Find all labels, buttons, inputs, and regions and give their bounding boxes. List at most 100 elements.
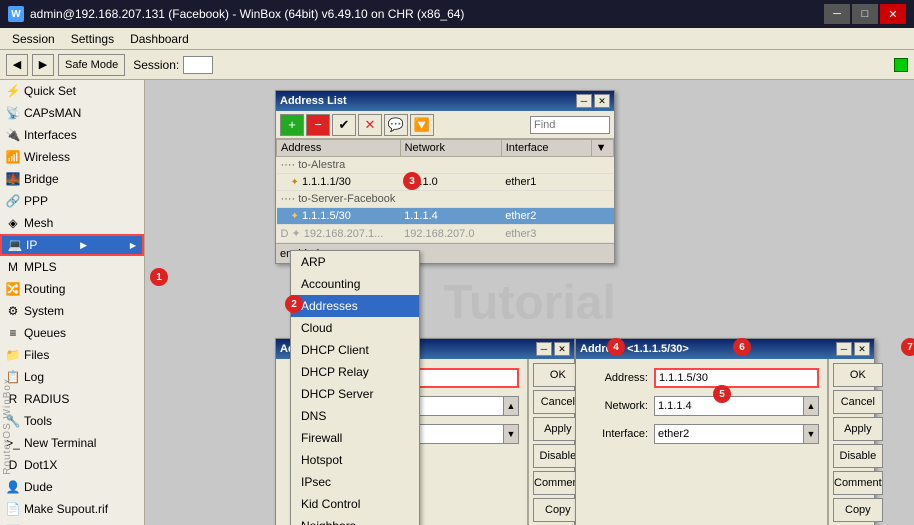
sidebar-item-interfaces[interactable]: 🔌 Interfaces bbox=[0, 124, 144, 146]
addr2-minimize[interactable]: ─ bbox=[836, 342, 852, 356]
sidebar-item-bridge[interactable]: 🌉 Bridge bbox=[0, 168, 144, 190]
files-icon: 📁 bbox=[6, 348, 20, 362]
menu-session[interactable]: Session bbox=[4, 30, 63, 48]
addr2-disable-button[interactable]: Disable bbox=[833, 444, 883, 468]
sidebar-item-tools[interactable]: 🔧 Tools bbox=[0, 410, 144, 432]
bridge-icon: 🌉 bbox=[6, 172, 20, 186]
submenu-addresses[interactable]: Addresses bbox=[291, 295, 419, 317]
sidebar-item-wireless[interactable]: 📶 Wireless bbox=[0, 146, 144, 168]
submenu-dhcp-client[interactable]: DHCP Client bbox=[291, 339, 419, 361]
sidebar-item-quick-set[interactable]: ⚡ Quick Set bbox=[0, 80, 144, 102]
address-input-2[interactable] bbox=[654, 368, 819, 388]
interface-arrow-2[interactable]: ▼ bbox=[803, 424, 819, 444]
back-button[interactable]: ◀ bbox=[6, 54, 28, 76]
connection-status bbox=[894, 58, 908, 72]
submenu-kid-control[interactable]: Kid Control bbox=[291, 493, 419, 515]
sidebar-item-radius[interactable]: R RADIUS bbox=[0, 388, 144, 410]
maximize-button[interactable]: □ bbox=[852, 4, 878, 24]
address-detail-2-buttons: OK Cancel Apply Disable Comment Copy Rem… bbox=[828, 359, 887, 525]
sidebar-item-queues[interactable]: ≡ Queues bbox=[0, 322, 144, 344]
safe-mode-button[interactable]: Safe Mode bbox=[58, 54, 125, 76]
routeros-label: RouterOS WinBox bbox=[2, 378, 13, 475]
submenu-ipsec[interactable]: IPsec bbox=[291, 471, 419, 493]
app-icon: W bbox=[8, 6, 24, 22]
network-arrow-1[interactable]: ▲ bbox=[503, 396, 519, 416]
minimize-button[interactable]: ─ bbox=[824, 4, 850, 24]
sidebar-item-windows[interactable]: ⬜ Windows bbox=[0, 520, 144, 525]
address-detail-2-body: Address: Network: ▲ Interface: bbox=[576, 359, 874, 525]
ip-icon: 💻 bbox=[8, 238, 22, 252]
close-button[interactable]: ✕ bbox=[880, 4, 906, 24]
sidebar: ⚡ Quick Set 📡 CAPsMAN 🔌 Interfaces 📶 Wir… bbox=[0, 80, 145, 525]
menu-dashboard[interactable]: Dashboard bbox=[122, 30, 197, 48]
submenu-dns[interactable]: DNS bbox=[291, 405, 419, 427]
table-row[interactable]: ···· to-Alestra bbox=[277, 157, 614, 174]
submenu-accounting[interactable]: Accounting bbox=[291, 273, 419, 295]
sidebar-item-dude[interactable]: 👤 Dude bbox=[0, 476, 144, 498]
menu-settings[interactable]: Settings bbox=[63, 30, 122, 48]
col-filter-arrow[interactable]: ▼ bbox=[591, 140, 613, 157]
addr2-close[interactable]: ✕ bbox=[854, 342, 870, 356]
submenu-cloud[interactable]: Cloud bbox=[291, 317, 419, 339]
table-row[interactable]: D ✦ 192.168.207.1... 192.168.207.0 ether… bbox=[277, 225, 614, 243]
sidebar-item-system[interactable]: ⚙ System bbox=[0, 300, 144, 322]
sidebar-item-new-terminal[interactable]: >_ New Terminal bbox=[0, 432, 144, 454]
addr2-comment-button[interactable]: Comment bbox=[833, 471, 883, 495]
address-table: Address Network Interface ▼ ···· to-Ales… bbox=[276, 139, 614, 243]
sidebar-item-mpls[interactable]: M MPLS bbox=[0, 256, 144, 278]
find-input[interactable] bbox=[530, 116, 610, 134]
table-row[interactable]: ✦ 1.1.1.5/30 1.1.1.4 ether2 bbox=[277, 208, 614, 225]
add-address-button[interactable]: + bbox=[280, 114, 304, 136]
submenu-hotspot[interactable]: Hotspot bbox=[291, 449, 419, 471]
filter-address-button[interactable]: 🔽 bbox=[410, 114, 434, 136]
remove-address-button[interactable]: − bbox=[306, 114, 330, 136]
sidebar-item-capsman[interactable]: 📡 CAPsMAN bbox=[0, 102, 144, 124]
badge-6: 6 bbox=[733, 338, 751, 356]
submenu-arp[interactable]: ARP bbox=[291, 251, 419, 273]
address-label-2: Address: bbox=[584, 372, 654, 384]
badge-5: 5 bbox=[713, 385, 731, 403]
sidebar-item-make-supout[interactable]: 📄 Make Supout.rif bbox=[0, 498, 144, 520]
sidebar-item-ppp[interactable]: 🔗 PPP bbox=[0, 190, 144, 212]
table-row[interactable]: ✦ 1.1.1.1/30 1.1.1.0 ether1 bbox=[277, 174, 614, 191]
submenu-dhcp-server[interactable]: DHCP Server bbox=[291, 383, 419, 405]
address-list-close[interactable]: ✕ bbox=[594, 94, 610, 108]
supout-icon: 📄 bbox=[6, 502, 20, 516]
interface-arrow-1[interactable]: ▼ bbox=[503, 424, 519, 444]
ip-submenu-arrow: ▶ bbox=[80, 240, 87, 251]
submenu-neighbors[interactable]: Neighbors bbox=[291, 515, 419, 525]
address-list-toolbar: + − ✔ ✕ 💬 🔽 bbox=[276, 111, 614, 139]
addr2-apply-button[interactable]: Apply bbox=[833, 417, 883, 441]
addr2-copy-button[interactable]: Copy bbox=[833, 498, 883, 522]
address-list-minimize[interactable]: ─ bbox=[576, 94, 592, 108]
addr1-close[interactable]: ✕ bbox=[554, 342, 570, 356]
sidebar-item-dot1x[interactable]: D Dot1X bbox=[0, 454, 144, 476]
sidebar-item-mesh[interactable]: ◈ Mesh bbox=[0, 212, 144, 234]
sidebar-item-log[interactable]: 📋 Log bbox=[0, 366, 144, 388]
comment-address-button[interactable]: 💬 bbox=[384, 114, 408, 136]
forward-button[interactable]: ▶ bbox=[32, 54, 54, 76]
addr1-minimize[interactable]: ─ bbox=[536, 342, 552, 356]
menu-bar: Session Settings Dashboard bbox=[0, 28, 914, 50]
sidebar-item-files[interactable]: 📁 Files bbox=[0, 344, 144, 366]
addr2-ok-button[interactable]: OK bbox=[833, 363, 883, 387]
session-input[interactable] bbox=[183, 56, 213, 74]
addr2-cancel-button[interactable]: Cancel bbox=[833, 390, 883, 414]
interface-input-2[interactable] bbox=[654, 424, 803, 444]
session-label: Session: bbox=[133, 58, 179, 72]
disable-address-button[interactable]: ✕ bbox=[358, 114, 382, 136]
submenu-dhcp-relay[interactable]: DHCP Relay bbox=[291, 361, 419, 383]
enable-address-button[interactable]: ✔ bbox=[332, 114, 356, 136]
address-list-title-bar: Address List ─ ✕ bbox=[276, 91, 614, 111]
table-row[interactable]: ···· to-Server-Facebook bbox=[277, 191, 614, 208]
interface-field-row-2: Interface: ▼ bbox=[584, 423, 819, 445]
network-arrow-2[interactable]: ▲ bbox=[803, 396, 819, 416]
mpls-icon: M bbox=[6, 260, 20, 274]
toolbar: ◀ ▶ Safe Mode Session: bbox=[0, 50, 914, 80]
submenu-firewall[interactable]: Firewall bbox=[291, 427, 419, 449]
sidebar-item-ip[interactable]: 💻 IP ▶ bbox=[0, 234, 144, 256]
badge-2: 1 bbox=[150, 268, 168, 286]
sidebar-item-routing[interactable]: 🔀 Routing bbox=[0, 278, 144, 300]
title-buttons: ─ □ ✕ bbox=[824, 4, 906, 24]
interface-input-wrapper-2: ▼ bbox=[654, 424, 819, 444]
